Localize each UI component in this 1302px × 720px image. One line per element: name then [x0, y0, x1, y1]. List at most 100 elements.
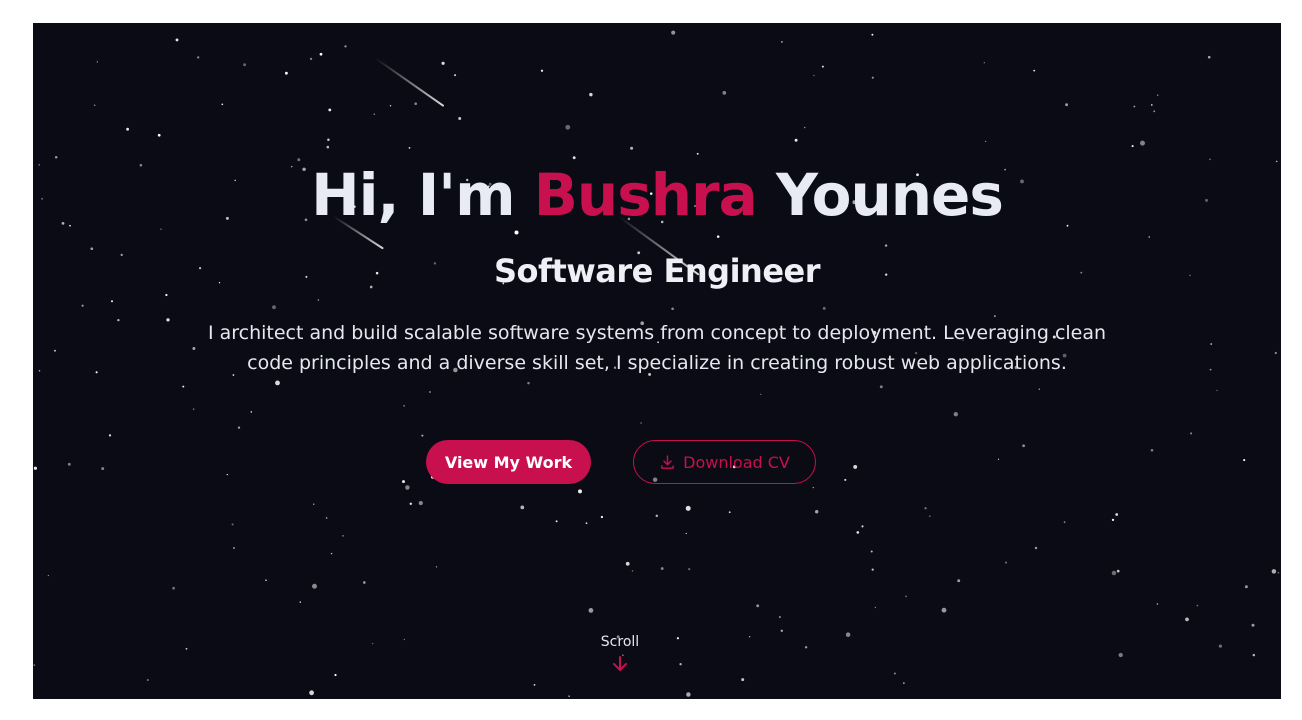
star: [756, 604, 760, 608]
star: [344, 45, 347, 48]
star: [1156, 94, 1159, 97]
star: [1131, 145, 1134, 148]
star: [93, 104, 96, 107]
star: [540, 69, 544, 72]
star: [822, 306, 826, 310]
star: [33, 664, 36, 667]
star: [748, 636, 751, 638]
star: [414, 102, 417, 105]
arrow-down-icon: [613, 656, 627, 671]
star: [185, 647, 188, 650]
star: [1277, 571, 1280, 574]
star: [781, 41, 783, 43]
star: [1005, 561, 1007, 564]
star: [1251, 623, 1255, 627]
star: [676, 637, 680, 640]
star: [953, 412, 958, 417]
download-cv-button[interactable]: Download CV: [633, 440, 816, 484]
star: [804, 646, 808, 649]
star: [871, 568, 874, 571]
star: [421, 434, 424, 437]
star: [221, 103, 224, 106]
star: [1140, 140, 1145, 146]
star: [126, 127, 129, 131]
star: [984, 140, 987, 143]
star: [108, 434, 112, 437]
star: [585, 522, 588, 525]
star: [54, 156, 58, 159]
star: [555, 520, 558, 523]
star: [1116, 569, 1120, 573]
star: [928, 515, 931, 518]
star: [454, 74, 457, 77]
star: [520, 505, 525, 510]
star: [625, 561, 630, 566]
star: [312, 583, 317, 589]
star: [1190, 432, 1193, 435]
star: [853, 464, 858, 469]
star: [994, 315, 996, 317]
star: [272, 305, 276, 310]
star: [1244, 585, 1248, 589]
star: [317, 299, 320, 301]
star: [778, 616, 781, 618]
last-name: Younes: [756, 161, 1004, 229]
star: [95, 371, 98, 374]
star: [671, 307, 674, 311]
star: [90, 247, 94, 251]
star: [812, 486, 815, 489]
star: [722, 91, 727, 95]
view-my-work-label: View My Work: [444, 452, 573, 472]
star: [874, 606, 877, 609]
star: [330, 552, 333, 555]
star: [588, 608, 594, 613]
scroll-indicator[interactable]: Scroll: [595, 633, 645, 673]
star: [813, 74, 815, 77]
star: [373, 113, 376, 116]
star: [402, 480, 405, 484]
star: [660, 567, 664, 570]
star: [146, 679, 149, 681]
star: [428, 391, 431, 393]
star: [905, 595, 907, 598]
star: [640, 422, 642, 424]
star: [527, 381, 530, 385]
star: [309, 57, 313, 61]
star: [313, 503, 315, 505]
star: [285, 71, 288, 75]
star: [630, 146, 634, 150]
star: [1216, 389, 1218, 392]
star: [327, 138, 330, 141]
star: [1115, 513, 1119, 516]
star: [1153, 110, 1156, 113]
star: [688, 567, 691, 571]
star: [33, 466, 38, 470]
star: [671, 30, 676, 35]
star: [1150, 448, 1154, 452]
star: [237, 426, 241, 429]
star: [319, 52, 323, 56]
star: [1034, 546, 1038, 550]
star: [844, 478, 847, 481]
role-title: Software Engineer: [493, 252, 821, 290]
star: [780, 629, 783, 632]
star: [231, 523, 234, 526]
star: [845, 632, 851, 637]
greeting-text: Hi, I'm: [311, 161, 534, 229]
star: [893, 672, 896, 675]
star: [233, 547, 235, 549]
star: [243, 63, 247, 67]
star: [600, 515, 604, 519]
star: [54, 349, 56, 352]
bio-line: code principles and a diverse skill set,…: [247, 352, 1067, 374]
star: [815, 510, 819, 514]
star: [1022, 444, 1025, 448]
star: [299, 601, 302, 603]
view-my-work-button[interactable]: View My Work: [426, 440, 591, 484]
star: [821, 65, 824, 68]
star: [38, 369, 41, 372]
star: [685, 505, 691, 511]
star: [403, 405, 405, 407]
star: [685, 532, 687, 535]
star: [409, 502, 413, 506]
